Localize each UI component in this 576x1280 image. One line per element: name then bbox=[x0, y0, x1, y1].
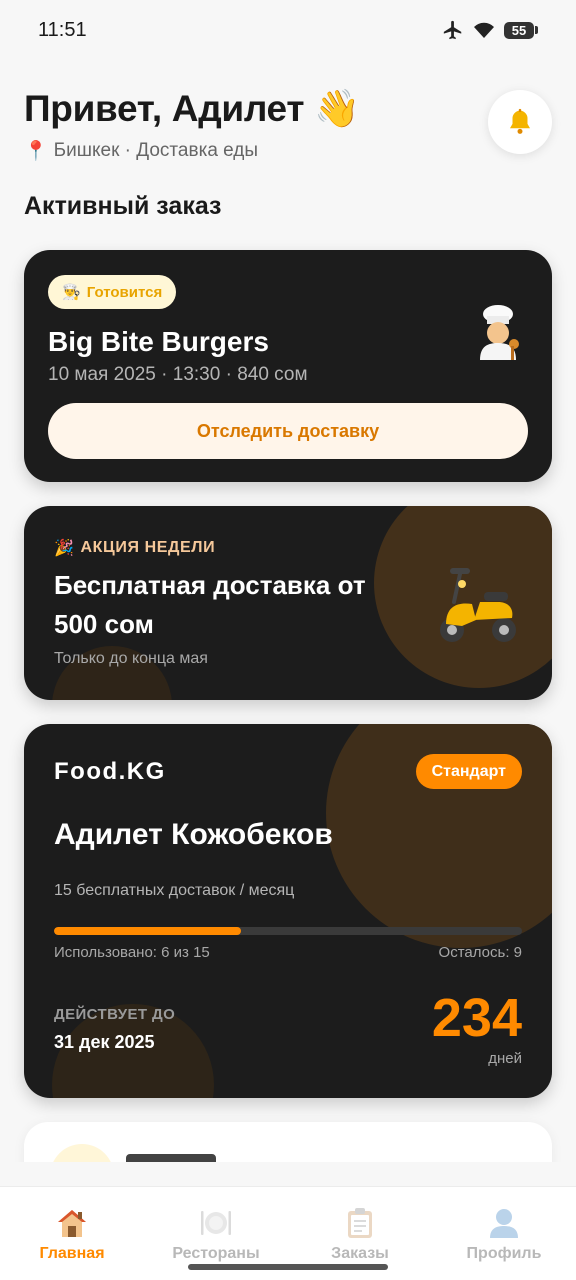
nav-item-restaurants[interactable]: Рестораны bbox=[151, 1207, 281, 1263]
location-line: 📍 Бишкек · Доставка еды bbox=[24, 139, 552, 163]
nav-label-profile: Профиль bbox=[466, 1245, 542, 1262]
active-order-card[interactable]: 👨‍🍳 Готовится Big Bite Burgers 10 мая 20… bbox=[24, 250, 552, 482]
nav-label-orders: Заказы bbox=[331, 1245, 389, 1262]
promo-card[interactable]: 🎉 АКЦИЯ НЕДЕЛИ Бесплатная доставка от 50… bbox=[24, 506, 552, 700]
subscription-card[interactable]: Food.KG Стандарт Адилет Кожобеков 15 бес… bbox=[24, 724, 552, 1098]
subscription-holder: Адилет Кожобеков bbox=[54, 818, 333, 851]
wifi-icon bbox=[474, 22, 494, 38]
promo-subtitle: Только до конца мая bbox=[54, 650, 208, 667]
nav-label-home: Главная bbox=[39, 1245, 105, 1262]
battery-icon: 55 bbox=[504, 21, 538, 39]
location-text: Бишкек · Доставка еды bbox=[53, 140, 259, 161]
status-time: 11:51 bbox=[38, 18, 87, 41]
nav-item-home[interactable]: Главная bbox=[7, 1207, 137, 1263]
valid-until-date: 31 дек 2025 bbox=[54, 1032, 155, 1052]
section-title-active-order: Активный заказ bbox=[24, 192, 222, 220]
nav-label-restaurants: Рестораны bbox=[172, 1245, 260, 1262]
page-title: Привет, Адилет 👋 bbox=[24, 88, 360, 129]
location-pin-icon: 📍 bbox=[24, 141, 48, 162]
usage-progress-fill bbox=[54, 927, 242, 935]
airplane-icon bbox=[443, 20, 462, 40]
battery-level: 55 bbox=[504, 21, 534, 39]
home-icon bbox=[58, 1210, 86, 1237]
chef-emoji-icon: 👨‍🍳 bbox=[62, 284, 81, 301]
nav-item-orders[interactable]: Заказы bbox=[295, 1207, 425, 1263]
nav-item-profile[interactable]: Профиль bbox=[439, 1207, 569, 1263]
party-popper-icon: 🎉 bbox=[54, 540, 75, 557]
status-bar: 11:51 55 bbox=[0, 0, 576, 60]
promo-tag: 🎉 АКЦИЯ НЕДЕЛИ bbox=[54, 538, 215, 558]
bell-icon bbox=[510, 108, 530, 134]
promo-title: Бесплатная доставка от 500 сом bbox=[54, 570, 366, 639]
profile-icon bbox=[490, 1209, 518, 1238]
header: Привет, Адилет 👋 📍 Бишкек · Доставка еды bbox=[24, 88, 552, 168]
clipboard-icon bbox=[348, 1208, 372, 1238]
plan-description: 15 бесплатных доставок / месяц bbox=[54, 882, 295, 899]
track-delivery-button[interactable]: Отследить доставку bbox=[48, 403, 528, 459]
days-remaining-count: 234 bbox=[431, 988, 522, 1048]
status-badge-label: Готовится bbox=[86, 283, 163, 301]
scooter-icon bbox=[440, 568, 516, 642]
notifications-button[interactable] bbox=[488, 90, 552, 154]
usage-progress-bar bbox=[54, 927, 522, 935]
status-icons: 55 bbox=[442, 19, 538, 41]
remaining-count-text: Осталось: 9 bbox=[438, 944, 522, 961]
chef-icon bbox=[480, 305, 519, 360]
plan-badge: Стандарт bbox=[415, 754, 522, 789]
promo-tag-label: АКЦИЯ НЕДЕЛИ bbox=[80, 539, 216, 556]
valid-until-label: ДЕЙСТВУЕТ ДО bbox=[54, 1006, 176, 1023]
days-remaining-label: дней bbox=[488, 1050, 522, 1067]
status-badge: 👨‍🍳 Готовится bbox=[48, 275, 177, 309]
home-indicator bbox=[188, 1264, 388, 1270]
restaurant-name: Big Bite Burgers bbox=[48, 326, 269, 357]
brand-logo-text: Food.KG bbox=[54, 758, 166, 785]
plate-icon bbox=[201, 1211, 231, 1235]
used-count-text: Использовано: 6 из 15 bbox=[54, 944, 210, 961]
order-meta: 10 мая 2025 · 13:30 · 840 сом bbox=[48, 364, 308, 385]
